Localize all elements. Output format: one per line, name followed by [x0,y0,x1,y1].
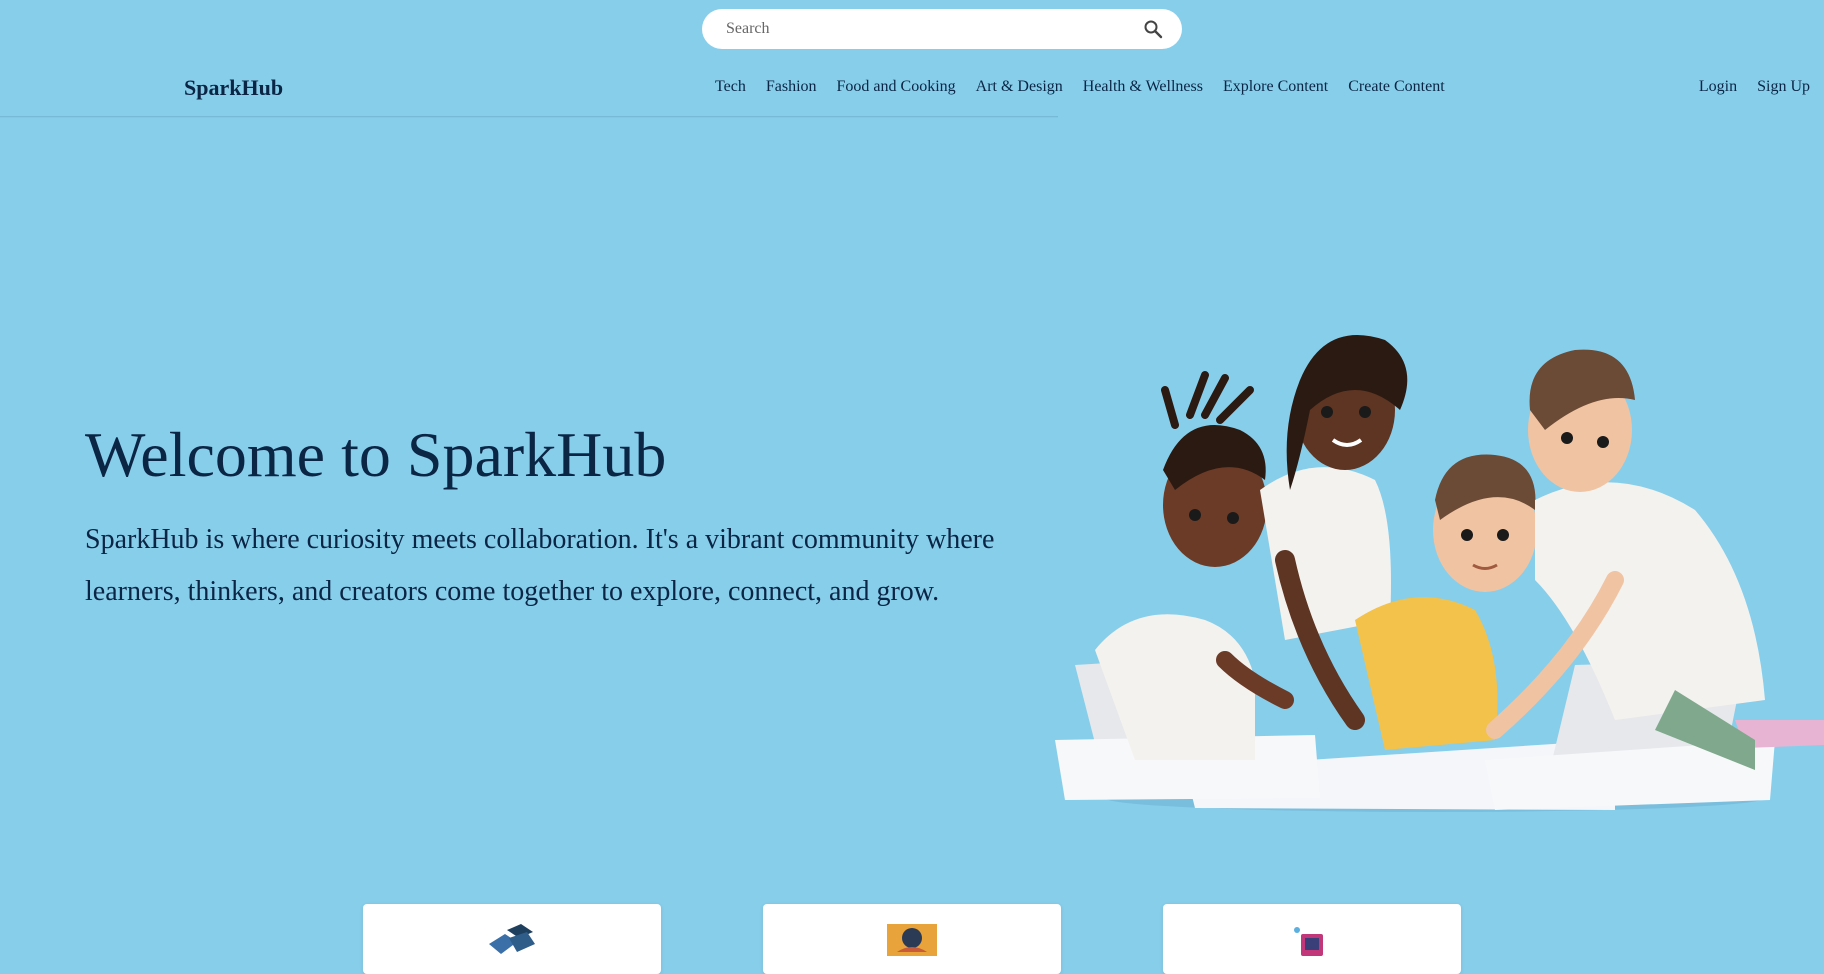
category-card[interactable] [763,904,1061,974]
people-collaborating-illustration [1055,320,1824,820]
search-bar [702,9,1182,49]
tech-icon [487,924,537,961]
nav-links: Tech Fashion Food and Cooking Art & Desi… [715,78,1445,96]
nav-link-health-wellness[interactable]: Health & Wellness [1083,78,1203,96]
auth-links: Login Sign Up [1699,78,1810,96]
login-link[interactable]: Login [1699,78,1737,96]
nav-link-art-design[interactable]: Art & Design [976,78,1063,96]
device-icon [1287,924,1337,961]
nav-link-tech[interactable]: Tech [715,78,746,96]
hero-description: SparkHub is where curiosity meets collab… [85,524,995,607]
hero-title: Welcome to SparkHub [85,419,667,490]
nav-link-food-and-cooking[interactable]: Food and Cooking [837,78,956,96]
brand-logo[interactable]: SparkHub [184,75,283,101]
main-navbar: SparkHub Tech Fashion Food and Cooking A… [0,64,1824,116]
nav-link-explore-content[interactable]: Explore Content [1223,78,1328,96]
nav-link-create-content[interactable]: Create Content [1348,78,1444,96]
category-card[interactable] [363,904,661,974]
search-input[interactable] [726,20,1142,38]
category-card[interactable] [1163,904,1461,974]
nav-link-fashion[interactable]: Fashion [766,78,817,96]
signup-link[interactable]: Sign Up [1757,78,1810,96]
search-icon[interactable] [1142,18,1164,40]
art-icon [887,924,937,961]
navbar-divider [0,116,1058,118]
